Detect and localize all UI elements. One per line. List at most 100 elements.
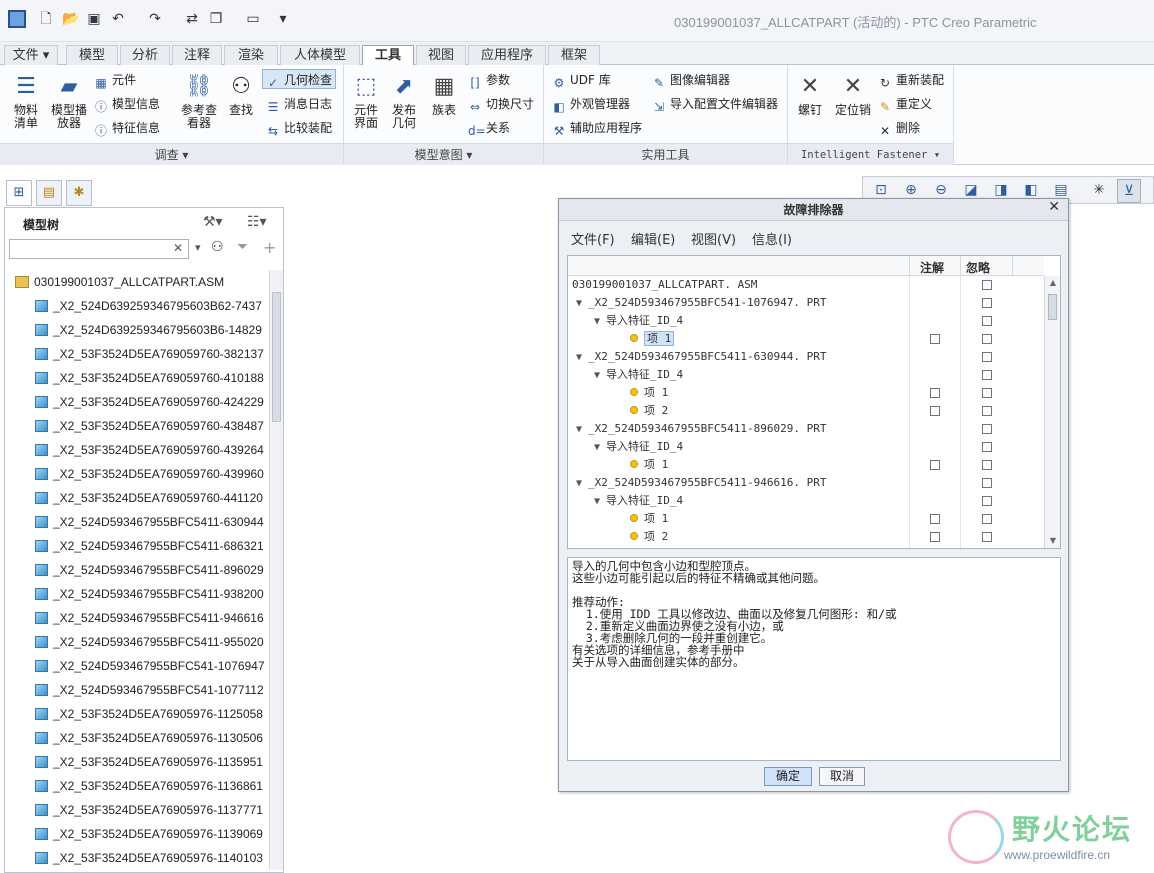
component-interface-button[interactable]: ⬚ 元件 界面 [348, 71, 384, 130]
tree-item[interactable]: _X2_53F3524D5EA76905976-1136861 [5, 774, 269, 798]
issue-row[interactable]: 030199001037_ALLCATPART. ASM [568, 276, 1044, 294]
close-icon[interactable]: ✕ [1048, 199, 1060, 215]
issue-row[interactable]: 项 1 [568, 384, 1044, 402]
tree-item[interactable]: _X2_524D593467955BFC5411-630944 [5, 510, 269, 534]
tab-file[interactable]: 文件 ▾ [4, 45, 58, 65]
search-dropdown-icon[interactable]: ▾ [195, 241, 201, 254]
feature-info-button[interactable]: ⓘ 特征信息 [94, 118, 160, 138]
tab-applications[interactable]: 应用程序 [468, 45, 546, 65]
scrollbar-thumb[interactable] [1048, 294, 1057, 320]
scrollbar-thumb[interactable] [272, 292, 281, 422]
tree-item[interactable]: _X2_524D593467955BFC541-1077112 [5, 678, 269, 702]
model-tree-scrollbar[interactable] [269, 270, 283, 870]
relations-button[interactable]: d=关系 [468, 118, 510, 138]
menu-info[interactable]: 信息(I) [752, 229, 792, 248]
issue-row[interactable]: ▼ 导入特征_ID_4 [568, 438, 1044, 456]
expand-arrow-icon[interactable]: ▼ [594, 370, 600, 381]
ignore-checkbox[interactable] [982, 370, 992, 380]
note-checkbox[interactable] [930, 388, 940, 398]
note-checkbox[interactable] [930, 334, 940, 344]
tree-item[interactable]: _X2_524D593467955BFC5411-955020 [5, 630, 269, 654]
tab-analysis[interactable]: 分析 [120, 45, 170, 65]
tree-item[interactable]: _X2_524D639259346795603B6-14829 [5, 318, 269, 342]
issues-scrollbar[interactable]: ▲ ▼ [1044, 276, 1060, 548]
ignore-checkbox[interactable] [982, 532, 992, 542]
search-input[interactable] [9, 239, 189, 259]
issue-row[interactable]: ▼ _X2_524D593467955BFC5411-946616. PRT [568, 474, 1044, 492]
issue-row[interactable]: ▼ 导入特征_ID_4 [568, 312, 1044, 330]
tree-item[interactable]: _X2_53F3524D5EA76905976-1130506 [5, 726, 269, 750]
issue-row[interactable]: ▼ _X2_524D593467955BFC5411-630944. PRT [568, 348, 1044, 366]
issue-row[interactable]: ▼ 导入特征_ID_4 [568, 366, 1044, 384]
component-button[interactable]: ▦ 元件 [94, 70, 136, 90]
expand-arrow-icon[interactable]: ▼ [576, 424, 582, 435]
tree-item[interactable]: _X2_53F3524D5EA769059760-439264 [5, 438, 269, 462]
auxiliary-apps-button[interactable]: ⚒ 辅助应用程序 [552, 118, 642, 138]
expand-arrow-icon[interactable]: ▼ [576, 352, 582, 363]
note-checkbox[interactable] [930, 406, 940, 416]
tree-item[interactable]: _X2_53F3524D5EA76905976-1125058 [5, 702, 269, 726]
tree-item[interactable]: _X2_53F3524D5EA769059760-382137 [5, 342, 269, 366]
bom-button[interactable]: ☰ 物料 清单 [6, 71, 46, 130]
clear-search-icon[interactable]: ✕ [173, 241, 183, 255]
appearance-manager-button[interactable]: ◧ 外观管理器 [552, 94, 630, 114]
datum-display-icon[interactable]: ✳ [1087, 179, 1111, 203]
tree-root[interactable]: 030199001037_ALLCATPART.ASM [5, 270, 269, 294]
udf-library-button[interactable]: ⚙ UDF 库 [552, 70, 611, 90]
add-icon[interactable]: + [263, 238, 276, 257]
note-checkbox[interactable] [930, 460, 940, 470]
open-icon[interactable]: 📂 [62, 10, 79, 28]
note-checkbox[interactable] [930, 514, 940, 524]
menu-edit[interactable]: 编辑(E) [631, 229, 675, 248]
tab-model[interactable]: 模型 [66, 45, 118, 65]
save-icon[interactable]: ▣ [86, 10, 102, 28]
tree-item[interactable]: _X2_524D593467955BFC5411-938200 [5, 582, 269, 606]
compare-assembly-button[interactable]: ⇆ 比较装配 [266, 118, 332, 138]
ignore-checkbox[interactable] [982, 334, 992, 344]
reassemble-button[interactable]: ↻ 重新装配 [878, 70, 944, 90]
tree-filter-icon[interactable]: ☷▾ [247, 214, 267, 230]
scroll-up-icon[interactable]: ▲ [1045, 276, 1061, 290]
dowel-button[interactable]: ✕ 定位销 [832, 71, 874, 117]
find-button[interactable]: ⚇ 查找 [224, 71, 258, 117]
delete-button[interactable]: ✕ 删除 [878, 118, 920, 138]
tree-item[interactable]: _X2_524D639259346795603B62-7437 [5, 294, 269, 318]
menu-file[interactable]: 文件(F) [571, 229, 615, 248]
expand-arrow-icon[interactable]: ▼ [576, 298, 582, 309]
tab-annotate[interactable]: 注释 [172, 45, 222, 65]
issue-row[interactable]: 项 1 [568, 510, 1044, 528]
image-editor-button[interactable]: ✎ 图像编辑器 [652, 70, 730, 90]
publish-geometry-button[interactable]: ⬈ 发布 几何 [386, 71, 422, 130]
issue-row[interactable]: ▼ _X2_524D593467955BFC541-1076947. PRT [568, 294, 1044, 312]
ignore-checkbox[interactable] [982, 388, 992, 398]
issue-row[interactable]: 项 2 [568, 402, 1044, 420]
ignore-checkbox[interactable] [982, 460, 992, 470]
tree-item[interactable]: _X2_53F3524D5EA76905976-1140103 [5, 846, 269, 870]
switch-dimensions-button[interactable]: ⇔ 切换尺寸 [468, 94, 534, 114]
tree-item[interactable]: _X2_53F3524D5EA769059760-441120 [5, 486, 269, 510]
geometry-check-button[interactable]: ✓ 几何检查 [262, 69, 337, 90]
model-tree-tab-icon[interactable]: ⊞ [6, 180, 32, 206]
tree-item[interactable]: _X2_524D593467955BFC5411-946616 [5, 606, 269, 630]
undo-icon[interactable]: ↶ [110, 10, 126, 28]
ignore-checkbox[interactable] [982, 478, 992, 488]
tab-manikin[interactable]: 人体模型 [280, 45, 360, 65]
parameters-button[interactable]: [] 参数 [468, 70, 510, 90]
ignore-checkbox[interactable] [982, 514, 992, 524]
tab-tools[interactable]: 工具 [362, 45, 414, 66]
expand-arrow-icon[interactable]: ▼ [594, 442, 600, 453]
tree-settings-icon[interactable]: ⚒▾ [203, 214, 223, 230]
spin-center-icon[interactable]: ⊻ [1117, 179, 1141, 203]
family-table-button[interactable]: ▦ 族表 [426, 71, 462, 117]
ignore-checkbox[interactable] [982, 496, 992, 506]
tree-item[interactable]: _X2_524D593467955BFC5411-896029 [5, 558, 269, 582]
tab-render[interactable]: 渲染 [224, 45, 278, 65]
reference-viewer-button[interactable]: ⛓ 参考查 看器 [176, 71, 222, 130]
app-icon[interactable] [8, 10, 26, 28]
import-config-editor-button[interactable]: ⇲ 导入配置文件编辑器 [652, 94, 778, 114]
expand-arrow-icon[interactable]: ▼ [576, 478, 582, 489]
windows-icon[interactable]: ❐ [208, 10, 224, 28]
ignore-checkbox[interactable] [982, 406, 992, 416]
tab-framework[interactable]: 框架 [548, 45, 600, 65]
note-checkbox[interactable] [930, 532, 940, 542]
